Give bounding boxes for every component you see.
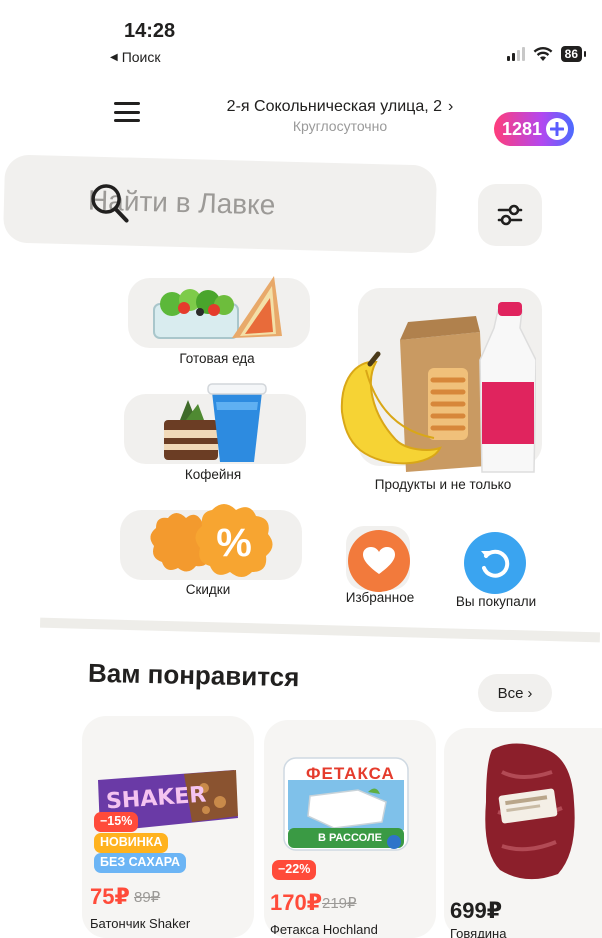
discount-badge: −15% bbox=[94, 812, 139, 832]
search-bar[interactable] bbox=[2, 154, 438, 254]
menu-button[interactable] bbox=[114, 102, 140, 122]
section-divider bbox=[39, 617, 601, 643]
battery-indicator: 86 bbox=[560, 46, 587, 62]
sugar-free-badge: БЕЗ САХАРА bbox=[94, 853, 186, 873]
see-all-label: Все bbox=[497, 684, 524, 702]
filter-sliders-icon bbox=[497, 204, 523, 226]
purchased-before-button[interactable] bbox=[464, 532, 526, 594]
category-label: Готовая еда bbox=[179, 351, 255, 366]
beef-pack-image bbox=[485, 743, 575, 880]
category-label: Кофейня bbox=[184, 467, 242, 482]
groceries-icon bbox=[340, 302, 536, 473]
product-title: Батончик Shaker bbox=[90, 916, 191, 930]
status-time: 14:28 bbox=[124, 20, 176, 42]
product-title: Фетакса Hochland bbox=[270, 922, 378, 936]
product-price: 170₽ bbox=[270, 890, 323, 915]
new-badge: НОВИНКА bbox=[94, 833, 169, 853]
salad-sandwich-icon bbox=[153, 276, 282, 339]
category-label: Продукты и не только bbox=[374, 477, 512, 492]
product-price: 75₽ bbox=[90, 884, 130, 909]
back-triangle-icon: ◀ bbox=[110, 51, 118, 63]
svg-text:%: % bbox=[216, 521, 252, 565]
see-all-button[interactable]: Все › bbox=[478, 674, 552, 712]
cake-coffee-cup-icon bbox=[164, 383, 267, 462]
product-title: Говядина bbox=[450, 926, 507, 938]
category-label: Избранное bbox=[345, 590, 415, 605]
section-title: Вам понравится bbox=[87, 657, 300, 693]
product-price: 699₽ bbox=[450, 898, 503, 923]
wifi-icon bbox=[533, 46, 553, 61]
heart-icon bbox=[363, 547, 395, 574]
favorites-button[interactable] bbox=[348, 530, 410, 592]
cashback-balance-badge[interactable]: 1281 bbox=[494, 112, 574, 146]
search-input[interactable] bbox=[87, 184, 389, 225]
cashback-amount: 1281 bbox=[502, 118, 543, 139]
chevron-right-icon: › bbox=[527, 684, 533, 702]
search-icon bbox=[91, 184, 129, 223]
cellular-signal-icon bbox=[506, 47, 525, 61]
chevron-right-icon: › bbox=[448, 98, 454, 115]
address-text: 2-я Сокольническая улица, 2 bbox=[226, 98, 442, 115]
product-brand: ФЕТАКСА bbox=[306, 764, 395, 783]
plus-points-icon bbox=[546, 118, 569, 140]
product-old-price: 89₽ bbox=[134, 889, 161, 906]
store-hours: Круглосуточно bbox=[292, 118, 388, 134]
delivery-address[interactable]: 2-я Сокольническая улица, 2 › Круглосуто… bbox=[200, 98, 480, 134]
status-indicators: 86 bbox=[506, 46, 587, 62]
pack-label: В РАССОЛЕ bbox=[318, 832, 382, 844]
back-label: Поиск bbox=[121, 49, 161, 65]
product-old-price: 219₽ bbox=[322, 895, 357, 912]
discount-percent-icon: % bbox=[150, 504, 273, 577]
discount-badge: −22% bbox=[272, 860, 317, 880]
category-label: Вы покупали bbox=[455, 594, 537, 609]
filters-button[interactable] bbox=[478, 184, 542, 246]
repeat-arrow-icon bbox=[481, 549, 510, 578]
back-to-search-link[interactable]: ◀ Поиск bbox=[110, 49, 161, 65]
category-label: Скидки bbox=[185, 582, 231, 597]
